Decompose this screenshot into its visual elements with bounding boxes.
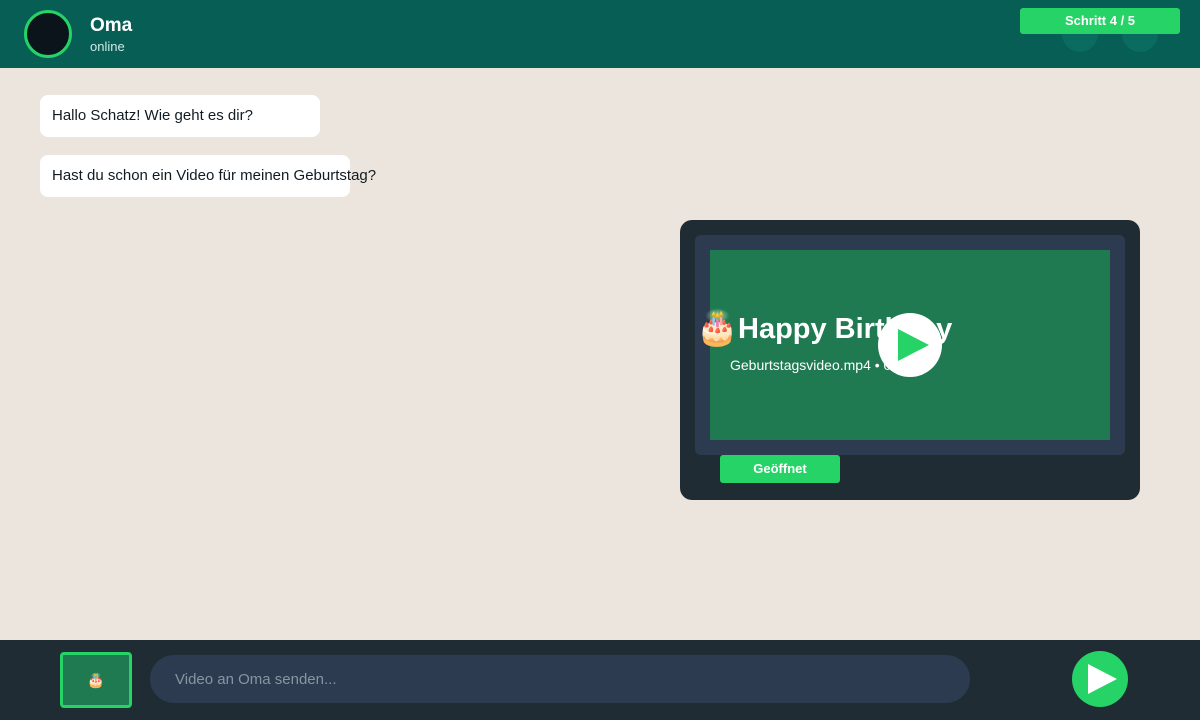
chat-header: Oma online Schritt 4 / 5 (0, 0, 1200, 68)
play-button[interactable] (878, 313, 942, 377)
attachment-thumbnail[interactable]: 🎂 (60, 652, 132, 708)
message-input[interactable] (150, 655, 970, 703)
birthday-cake-icon: 🎂 (696, 309, 739, 347)
contact-avatar[interactable] (24, 10, 72, 58)
incoming-message: Hallo Schatz! Wie geht es dir? (40, 95, 320, 137)
play-icon (898, 329, 929, 361)
send-button[interactable] (1072, 651, 1128, 707)
contact-name: Oma (90, 15, 133, 36)
birthday-cake-icon: 🎂 (87, 672, 105, 688)
send-icon (1088, 664, 1117, 694)
contact-status: online (90, 39, 125, 54)
step-badge: Schritt 4 / 5 (1020, 8, 1180, 34)
incoming-message: Hast du schon ein Video für meinen Gebur… (40, 155, 376, 197)
opened-status-badge: Geöffnet (720, 455, 840, 483)
